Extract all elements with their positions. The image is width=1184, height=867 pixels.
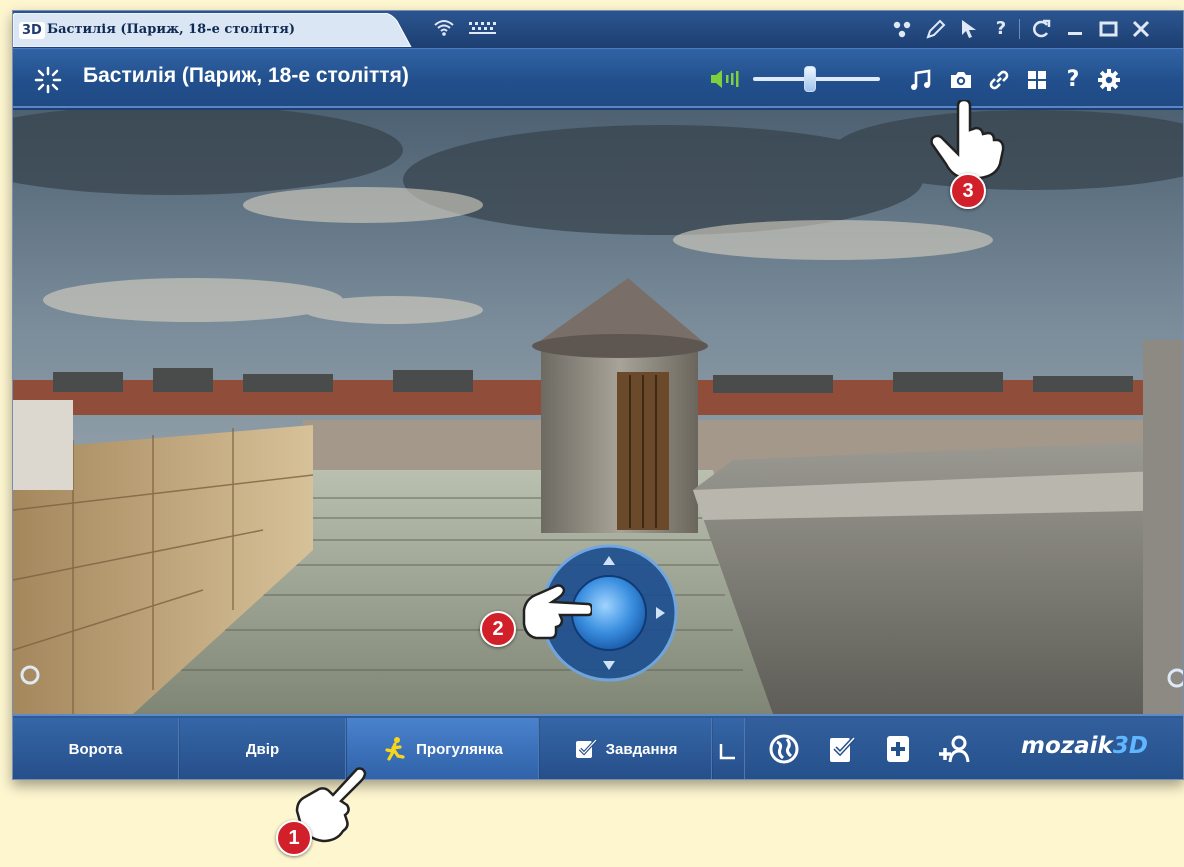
close-icon[interactable] bbox=[1129, 17, 1153, 41]
tab-label: Двір bbox=[245, 740, 280, 758]
task-check-icon bbox=[575, 738, 597, 758]
step-badge-2: 2 bbox=[480, 611, 516, 647]
header-bar: Бастилія (Париж, 18-е століття) ? bbox=[13, 48, 1183, 108]
pointer-icon[interactable] bbox=[957, 17, 981, 41]
bottom-nav-bar: Ворота Двір Прогулянка Завдання mozaik3D bbox=[13, 714, 1183, 779]
maximize-icon[interactable] bbox=[1096, 17, 1120, 41]
tab-label: Ворота bbox=[68, 740, 123, 758]
step-badge-3: 3 bbox=[950, 173, 986, 209]
wifi-icon bbox=[434, 20, 454, 36]
walking-person-icon bbox=[385, 737, 405, 761]
tab-title: Бастилія (Париж, 18-е століття) bbox=[47, 22, 296, 37]
tab-label: Завдання bbox=[605, 740, 678, 758]
tab-walk[interactable]: Прогулянка bbox=[347, 718, 539, 779]
app-tab[interactable]: 3D Бастилія (Париж, 18-е століття) bbox=[13, 13, 413, 47]
page-title: Бастилія (Париж, 18-е століття) bbox=[83, 64, 409, 87]
brand-logo: mozaik3D bbox=[1021, 733, 1148, 759]
pointing-hand-icon bbox=[522, 584, 592, 640]
link-icon[interactable] bbox=[985, 66, 1013, 94]
bastille-scene bbox=[13, 110, 1183, 714]
brand-accent: 3D bbox=[1112, 733, 1148, 759]
brand-main: mozaik bbox=[1021, 733, 1113, 759]
help-icon[interactable]: ? bbox=[1059, 66, 1087, 94]
refresh-icon[interactable] bbox=[1029, 17, 1053, 41]
tab-tasks[interactable]: Завдання bbox=[540, 718, 712, 779]
grid-icon[interactable] bbox=[1023, 66, 1051, 94]
title-tab-bar: 3D Бастилія (Париж, 18-е століття) ? bbox=[13, 11, 1183, 47]
keyboard-icon bbox=[469, 22, 496, 34]
app-logo: 3D bbox=[19, 22, 45, 39]
tab-more[interactable] bbox=[713, 718, 745, 779]
scene-viewport[interactable] bbox=[13, 110, 1183, 714]
tab-gate[interactable]: Ворота bbox=[13, 718, 179, 779]
camera-icon[interactable] bbox=[947, 66, 975, 94]
network-icon[interactable] bbox=[890, 17, 914, 41]
help-icon[interactable]: ? bbox=[989, 17, 1013, 41]
app-window: 3D Бастилія (Париж, 18-е століття) ? Бас… bbox=[12, 10, 1184, 780]
sparkle-icon bbox=[34, 66, 62, 94]
minimize-icon[interactable] bbox=[1063, 17, 1087, 41]
music-icon[interactable] bbox=[907, 66, 935, 94]
checklist-icon[interactable] bbox=[825, 732, 859, 766]
step-badge-1: 1 bbox=[276, 820, 312, 856]
volume-icon[interactable] bbox=[709, 68, 741, 90]
pencil-icon[interactable] bbox=[924, 17, 948, 41]
volume-slider-thumb[interactable] bbox=[804, 66, 817, 92]
tab-overflow-icon bbox=[719, 744, 735, 760]
divider bbox=[1019, 19, 1020, 39]
add-user-icon[interactable] bbox=[937, 732, 971, 766]
volume-slider[interactable] bbox=[753, 77, 880, 81]
globe-icon[interactable] bbox=[767, 732, 801, 766]
tab-label: Прогулянка bbox=[416, 740, 503, 758]
settings-icon[interactable] bbox=[1095, 66, 1123, 94]
add-page-icon[interactable] bbox=[881, 732, 915, 766]
pointing-hand-icon bbox=[930, 100, 1005, 180]
